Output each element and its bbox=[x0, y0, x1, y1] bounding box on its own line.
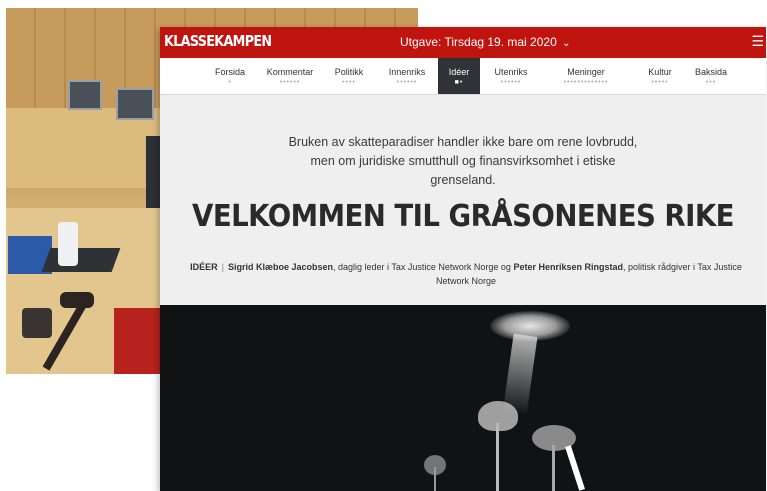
nav-item-ideer[interactable]: Idéer ■• bbox=[438, 58, 480, 94]
author-name: Sigrid Klæboe Jacobsen bbox=[227, 262, 334, 272]
nav-item-label: Forsida bbox=[214, 67, 245, 77]
nav-item-baksida[interactable]: Baksida ••• bbox=[688, 58, 734, 94]
byline-separator: | bbox=[221, 262, 224, 272]
article-page: KLASSEKAMPEN Utgave: Tirsdag 19. mai 202… bbox=[160, 27, 766, 491]
nav-item-label: Politikk bbox=[334, 67, 364, 77]
top-bar: KLASSEKAMPEN Utgave: Tirsdag 19. mai 202… bbox=[160, 27, 766, 58]
photo-monitor bbox=[68, 80, 102, 110]
edition-selector[interactable]: Utgave: Tirsdag 19. mai 2020 ⌄ bbox=[400, 35, 571, 49]
hero-plant-stem bbox=[496, 423, 499, 491]
edition-label: Utgave: Tirsdag 19. mai 2020 bbox=[400, 35, 557, 49]
photo-mat bbox=[41, 248, 121, 272]
nav-item-indicator: •••••• bbox=[396, 79, 418, 86]
author-name: Peter Henriksen Ringstad bbox=[513, 262, 623, 272]
nav-item-label: Idéer bbox=[448, 67, 470, 77]
photo-gavel-block bbox=[22, 308, 52, 338]
site-logo[interactable]: KLASSEKAMPEN bbox=[164, 32, 272, 50]
nav-item-meninger[interactable]: Meninger ••••••••••••• bbox=[542, 58, 630, 94]
nav-item-innenriks[interactable]: Innenriks •••••• bbox=[380, 58, 434, 94]
author-role: , daglig leder i Tax Justice Network Nor… bbox=[333, 262, 514, 272]
section-nav: Forsida • Kommentar •••••• Politikk ••••… bbox=[160, 58, 766, 95]
article-headline: VELKOMMEN TIL GRÅSONENES RIKE bbox=[192, 199, 735, 234]
hamburger-menu-icon[interactable]: ☰ bbox=[751, 33, 764, 50]
nav-item-forsida[interactable]: Forsida • bbox=[204, 58, 256, 94]
nav-item-label: Kultur bbox=[648, 67, 672, 77]
hero-plant-stem bbox=[552, 445, 555, 491]
photo-gavel-head bbox=[60, 292, 94, 308]
nav-item-label: Meninger bbox=[567, 67, 605, 77]
hero-plant-stem bbox=[434, 467, 436, 491]
nav-item-kommentar[interactable]: Kommentar •••••• bbox=[260, 58, 320, 94]
nav-item-indicator: ••••• bbox=[651, 79, 669, 86]
nav-item-utenriks[interactable]: Utenriks •••••• bbox=[486, 58, 536, 94]
nav-item-indicator: •••••• bbox=[500, 79, 522, 86]
nav-item-indicator: ••••••••••••• bbox=[563, 79, 609, 86]
nav-item-indicator: •••••• bbox=[279, 79, 301, 86]
article-lead: Bruken av skatteparadiser handler ikke b… bbox=[288, 135, 638, 187]
nav-item-label: Baksida bbox=[694, 67, 728, 77]
nav-item-label: Kommentar bbox=[266, 67, 314, 77]
chevron-down-icon: ⌄ bbox=[562, 38, 571, 49]
nav-item-label: Utenriks bbox=[494, 67, 528, 77]
nav-item-indicator: ■• bbox=[454, 79, 464, 86]
photo-cup bbox=[58, 222, 78, 266]
nav-item-kultur[interactable]: Kultur ••••• bbox=[638, 58, 682, 94]
photo-monitor bbox=[116, 88, 154, 120]
section-tag[interactable]: IDÉER bbox=[190, 262, 218, 272]
article-hero-image bbox=[160, 305, 766, 491]
nav-item-indicator: • bbox=[228, 79, 232, 86]
nav-item-indicator: ••• bbox=[705, 79, 717, 86]
nav-item-politikk[interactable]: Politikk •••• bbox=[326, 58, 372, 94]
article-byline: IDÉER | Sigrid Klæboe Jacobsen, daglig led… bbox=[186, 260, 746, 288]
nav-item-indicator: •••• bbox=[342, 79, 356, 86]
nav-item-label: Innenriks bbox=[388, 67, 426, 77]
hero-white-shard bbox=[565, 445, 585, 491]
